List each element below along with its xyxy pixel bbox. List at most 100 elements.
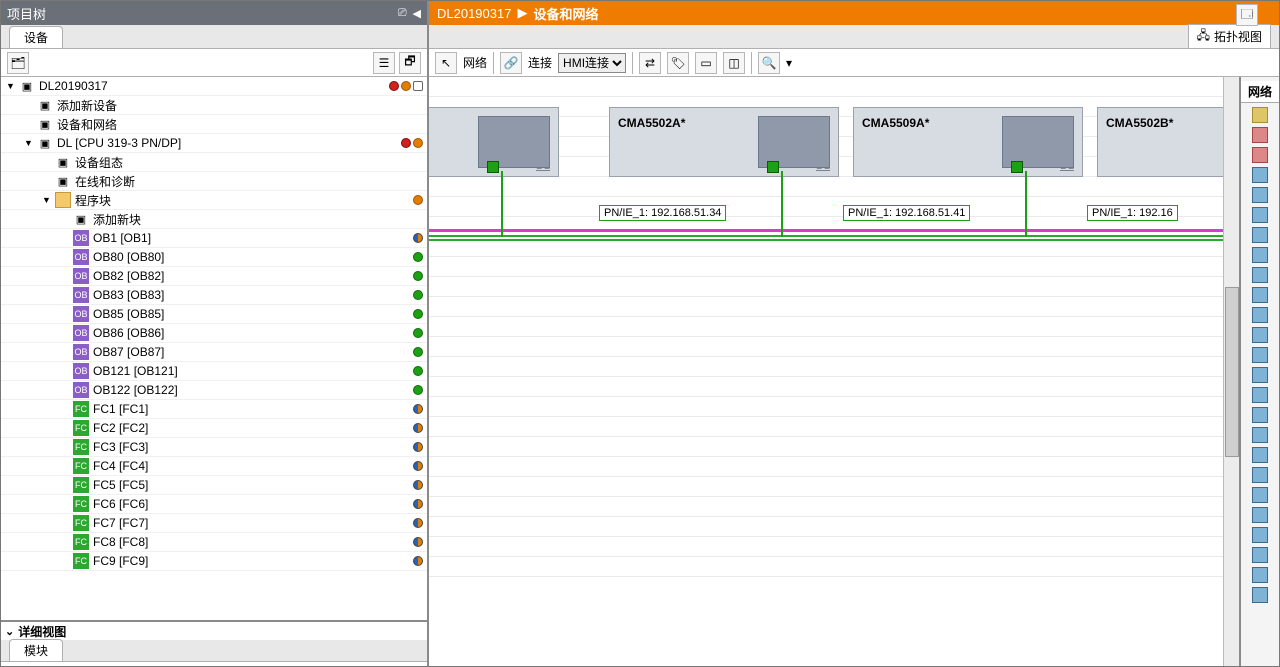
tree-row[interactable]: OBOB87 [OB87] — [1, 343, 427, 362]
catalog-item[interactable] — [1252, 447, 1268, 463]
tree-row[interactable]: FCFC9 [FC9] — [1, 552, 427, 571]
tree-row[interactable]: FCFC5 [FC5] — [1, 476, 427, 495]
ethernet-port-icon[interactable] — [487, 161, 499, 173]
catalog-item[interactable] — [1252, 467, 1268, 483]
tree-row[interactable]: FCFC7 [FC7] — [1, 514, 427, 533]
tree-row[interactable]: ▣添加新块 — [1, 210, 427, 229]
status-dot-half — [413, 461, 423, 471]
toolbar-button-zoom[interactable]: 🔍 — [758, 52, 780, 74]
tree-row[interactable]: FCFC4 [FC4] — [1, 457, 427, 476]
address-tag[interactable]: PN/IE_1: 192.16 — [1087, 205, 1178, 221]
catalog-item[interactable] — [1252, 127, 1268, 143]
address-tag[interactable]: PN/IE_1: 192.168.51.34 — [599, 205, 726, 221]
tree-row-label: OB86 [OB86] — [93, 326, 164, 340]
catalog-item[interactable] — [1252, 107, 1268, 123]
toolbar-button-palette[interactable]: 🗔 — [1236, 4, 1258, 26]
tree-row[interactable]: OBOB82 [OB82] — [1, 267, 427, 286]
catalog-item[interactable] — [1252, 287, 1268, 303]
tree-row[interactable]: OBOB85 [OB85] — [1, 305, 427, 324]
connection-type-select[interactable]: HMI连接 — [558, 53, 626, 73]
catalog-item[interactable] — [1252, 187, 1268, 203]
status-indicators — [413, 385, 423, 395]
status-indicators — [413, 499, 423, 509]
catalog-item[interactable] — [1252, 407, 1268, 423]
profibus-bus-line — [429, 229, 1239, 232]
toolbar-button-connection[interactable]: 🔗 — [500, 52, 522, 74]
topology-view-button[interactable]: 🖧 拓扑视图 — [1188, 24, 1271, 49]
scrollbar-thumb[interactable] — [1225, 287, 1239, 457]
tree-row-label: DL [CPU 319-3 PN/DP] — [57, 136, 181, 150]
device-module[interactable] — [758, 116, 830, 168]
device-card[interactable]: CMA5502B*DL — [1097, 107, 1239, 177]
tree-row[interactable]: ▣设备组态 — [1, 153, 427, 172]
tree-row[interactable]: OBOB122 [OB122] — [1, 381, 427, 400]
network-canvas-viewport[interactable]: 03A*DL: 192.168.51.35CMA5502A*DLPN/IE_1:… — [429, 77, 1239, 666]
collapse-left-icon[interactable]: ◀ — [413, 7, 421, 20]
tree-expander-icon[interactable]: ▼ — [41, 195, 52, 206]
toolbar-button-relations[interactable]: ⇄ — [639, 52, 661, 74]
catalog-item[interactable] — [1252, 307, 1268, 323]
tree-row[interactable]: ▣设备和网络 — [1, 115, 427, 134]
device-module[interactable] — [478, 116, 550, 168]
toolbar-button-zoomarea[interactable]: ▭ — [695, 52, 717, 74]
tree-row[interactable]: ▣添加新设备 — [1, 96, 427, 115]
zoom-dropdown-icon[interactable]: ▾ — [786, 56, 792, 70]
catalog-item[interactable] — [1252, 427, 1268, 443]
config-icon: ▣ — [55, 154, 71, 170]
tree-tool-button-2[interactable]: ☰ — [373, 52, 395, 74]
tree-row[interactable]: FCFC2 [FC2] — [1, 419, 427, 438]
catalog-item[interactable] — [1252, 527, 1268, 543]
status-dot-green — [413, 328, 423, 338]
tree-row[interactable]: ▼▣DL [CPU 319-3 PN/DP] — [1, 134, 427, 153]
tree-row[interactable]: OBOB121 [OB121] — [1, 362, 427, 381]
tree-row[interactable]: ▣在线和诊断 — [1, 172, 427, 191]
catalog-item[interactable] — [1252, 327, 1268, 343]
toolbar-button-pageview[interactable]: ◫ — [723, 52, 745, 74]
address-tag[interactable]: PN/IE_1: 192.168.51.41 — [843, 205, 970, 221]
tab-modules[interactable]: 模块 — [9, 639, 63, 661]
tab-devices[interactable]: 设备 — [9, 26, 63, 48]
vertical-scrollbar[interactable] — [1223, 77, 1239, 666]
toolbar-button-addresses[interactable]: 🏷 — [667, 52, 689, 74]
catalog-item[interactable] — [1252, 547, 1268, 563]
tree-row[interactable]: FCFC3 [FC3] — [1, 438, 427, 457]
catalog-item[interactable] — [1252, 387, 1268, 403]
toolbar-button-cursor[interactable]: ↖ — [435, 52, 457, 74]
ethernet-port-icon[interactable] — [767, 161, 779, 173]
catalog-item[interactable] — [1252, 587, 1268, 603]
tree-row[interactable]: OBOB1 [OB1] — [1, 229, 427, 248]
ethernet-port-icon[interactable] — [1011, 161, 1023, 173]
network-canvas[interactable]: 03A*DL: 192.168.51.35CMA5502A*DLPN/IE_1:… — [429, 77, 1239, 577]
catalog-tab-network[interactable]: 网络 — [1241, 81, 1279, 103]
tree-row[interactable]: FCFC1 [FC1] — [1, 400, 427, 419]
device-module[interactable] — [1002, 116, 1074, 168]
device-card[interactable]: CMA5502A*DL — [609, 107, 839, 177]
catalog-item[interactable] — [1252, 147, 1268, 163]
catalog-item[interactable] — [1252, 507, 1268, 523]
catalog-item[interactable] — [1252, 347, 1268, 363]
tree-expander-icon[interactable]: ▼ — [23, 138, 34, 149]
catalog-item[interactable] — [1252, 247, 1268, 263]
catalog-item[interactable] — [1252, 367, 1268, 383]
catalog-item[interactable] — [1252, 207, 1268, 223]
tree-tool-button-3[interactable]: 🗗 — [399, 52, 421, 74]
tree-row[interactable]: OBOB80 [OB80] — [1, 248, 427, 267]
device-card[interactable]: CMA5509A*DL — [853, 107, 1083, 177]
catalog-item[interactable] — [1252, 487, 1268, 503]
tree-tool-button-1[interactable]: 🗂 — [7, 52, 29, 74]
tree-row[interactable]: FCFC6 [FC6] — [1, 495, 427, 514]
catalog-item[interactable] — [1252, 567, 1268, 583]
catalog-item[interactable] — [1252, 167, 1268, 183]
tree-expander-icon[interactable]: ▼ — [5, 81, 16, 92]
catalog-item[interactable] — [1252, 267, 1268, 283]
tree-row[interactable]: OBOB86 [OB86] — [1, 324, 427, 343]
device-card[interactable]: 03A*DL — [429, 107, 559, 177]
detail-view-titlebar[interactable]: ⌄ 详细视图 — [1, 620, 427, 640]
tree-row[interactable]: ▼程序块 — [1, 191, 427, 210]
tree-row[interactable]: OBOB83 [OB83] — [1, 286, 427, 305]
tree-row[interactable]: ▼▣DL20190317 — [1, 77, 427, 96]
tree-row[interactable]: FCFC8 [FC8] — [1, 533, 427, 552]
pin-icon[interactable]: ⎚ — [398, 7, 407, 20]
catalog-item[interactable] — [1252, 227, 1268, 243]
project-tree[interactable]: ▼▣DL20190317▣添加新设备▣设备和网络▼▣DL [CPU 319-3 … — [1, 77, 427, 620]
